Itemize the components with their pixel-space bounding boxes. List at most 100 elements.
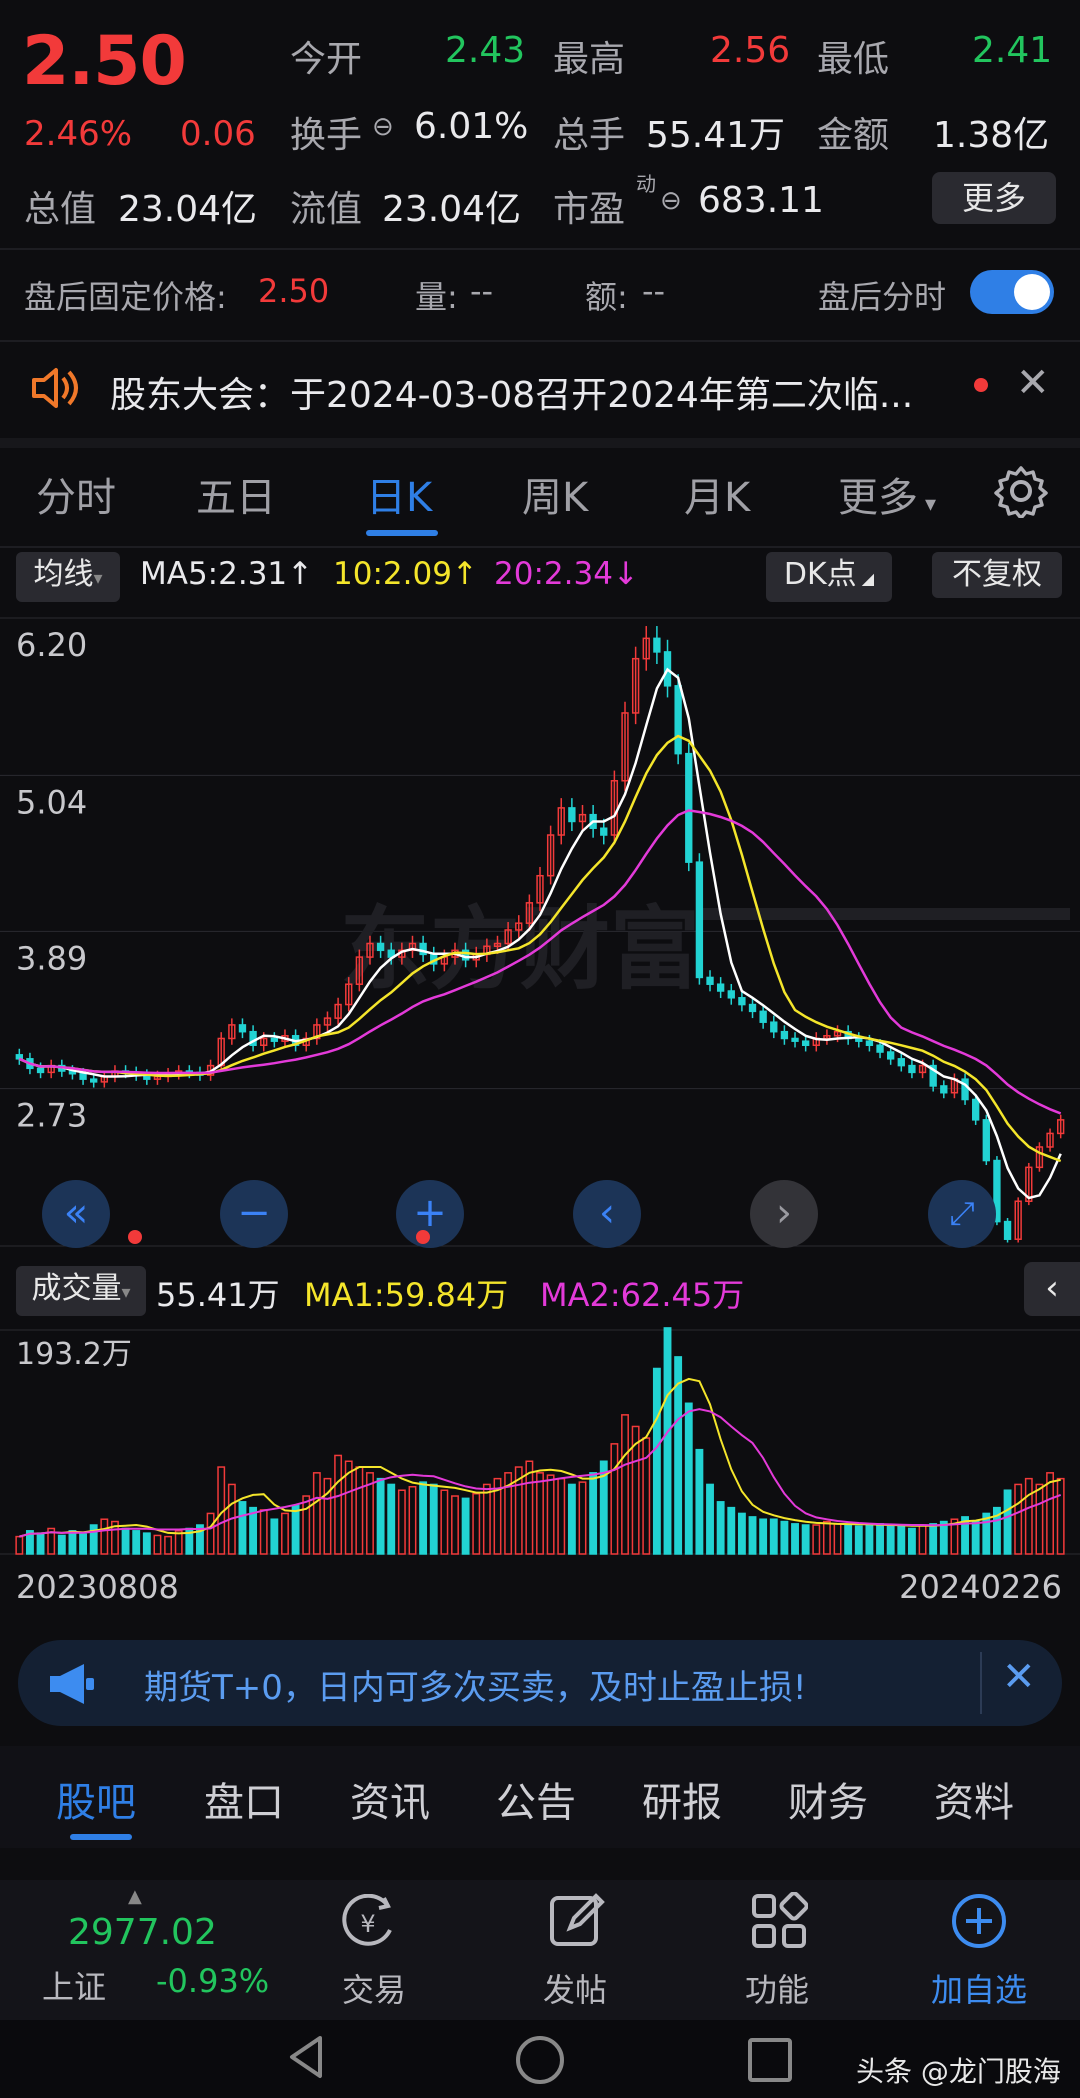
candle-body (748, 1003, 757, 1013)
volume-bar (748, 1516, 757, 1555)
volume-bar (791, 1523, 799, 1555)
volume-bar (822, 1520, 831, 1555)
fullscreen-icon[interactable]: ⤢ (928, 1180, 996, 1248)
arrow-up-icon: ↑ (287, 556, 314, 592)
caret-down-icon: ▾ (93, 568, 103, 589)
volume-selector[interactable]: 成交量▾ (16, 1266, 146, 1316)
candle-body (738, 997, 746, 1006)
nav-watchlist-label[interactable]: 加自选 (904, 1965, 1054, 2011)
candle-body (674, 685, 682, 755)
tab-profile[interactable]: 资料 (934, 1770, 1014, 1828)
volume-bar (610, 1443, 619, 1555)
tab-intraday[interactable]: 分时 (36, 465, 116, 523)
candle-body (15, 1054, 23, 1060)
active-tab-indicator (70, 1834, 132, 1840)
tab-research[interactable]: 研报 (642, 1770, 722, 1828)
recents-square-icon[interactable] (748, 2038, 792, 2082)
tab-finance[interactable]: 财务 (788, 1770, 868, 1828)
tab-daily-k[interactable]: 日K (366, 465, 432, 523)
trade-yen-icon[interactable]: ¥ (338, 1893, 398, 1954)
zoom-in-icon[interactable]: + (396, 1180, 464, 1248)
volume-bar (1046, 1472, 1054, 1555)
home-circle-icon[interactable] (516, 2036, 564, 2084)
ma20-value: 20:2.34↓ (494, 556, 639, 592)
dk-point-button[interactable]: DK点 ◢ (766, 552, 892, 602)
volume-bar (716, 1501, 725, 1555)
volume-bar (652, 1367, 661, 1555)
volume-bar (695, 1448, 704, 1555)
tab-orderbook[interactable]: 盘口 (204, 1770, 284, 1828)
grid-apps-icon[interactable] (750, 1891, 809, 1954)
candle-body (706, 976, 714, 985)
candle-body (759, 1010, 767, 1023)
gear-icon[interactable] (994, 464, 1048, 522)
candle-body (685, 752, 693, 863)
tab-forum[interactable]: 股吧 (56, 1770, 136, 1828)
volume-bar (536, 1472, 544, 1555)
tab-announcements[interactable]: 公告 (496, 1770, 576, 1828)
volume-bar (408, 1486, 417, 1555)
collapse-panel-icon[interactable]: ‹ (1024, 1262, 1080, 1316)
candle-body (780, 1030, 789, 1040)
ma10-value: 10:2.09↑ (333, 556, 478, 592)
volume-bar (164, 1535, 173, 1555)
pe-value: 683.11 (698, 180, 824, 221)
tab-more[interactable]: 更多 ▾ (838, 465, 936, 523)
tab-weekly-k[interactable]: 周K (522, 465, 588, 523)
promo-banner[interactable]: 期货T+0，日内可多次买卖，及时止盈止损! ✕ (18, 1640, 1062, 1726)
more-button[interactable]: 更多 (932, 172, 1056, 224)
scroll-left-icon[interactable]: « (42, 1180, 110, 1248)
tab-monthly-k[interactable]: 月K (684, 465, 750, 523)
after-hours-toggle[interactable] (970, 270, 1054, 314)
megaphone-icon (46, 1662, 96, 1710)
pe-info-icon[interactable]: ⊖ (660, 186, 682, 216)
watermark-credit: 头条 @龙门股海 (856, 2055, 1061, 2088)
volume-bar (546, 1474, 555, 1555)
candle-body (855, 1037, 863, 1042)
volume-chart[interactable]: 193.2万 (0, 1310, 1080, 1570)
volume-label: 总手 (553, 115, 626, 156)
shareholder-notice[interactable]: 股东大会：于2024-03-08召开2024年第二次临... (110, 366, 913, 418)
info-icon[interactable]: ⊖ (372, 112, 394, 142)
candle-body (36, 1067, 45, 1074)
adjust-button[interactable]: 不复权 (932, 552, 1062, 598)
add-circle-icon[interactable] (950, 1892, 1008, 1954)
after-hours-toggle-label: 盘后分时 (818, 278, 947, 316)
volume-bar (440, 1489, 449, 1555)
volume-bar (663, 1327, 672, 1555)
index-value[interactable]: 2977.02 (68, 1912, 217, 1953)
candle-body (568, 807, 576, 823)
nav-function-label[interactable]: 功能 (702, 1965, 852, 2011)
x-axis-date-label: 20230808 (16, 1568, 179, 1606)
ma5-label: MA5:2.31 (140, 556, 288, 592)
zoom-out-icon[interactable]: − (220, 1180, 288, 1248)
y-tick-label: 6.20 (16, 626, 87, 664)
tab-five-day[interactable]: 五日 (196, 465, 276, 523)
tab-news[interactable]: 资讯 (350, 1770, 430, 1828)
float-cap-label: 流值 (290, 189, 363, 230)
next-icon[interactable]: › (750, 1180, 818, 1248)
volume-bar (461, 1497, 470, 1555)
volume-bar (1035, 1483, 1044, 1555)
ma-selector[interactable]: 均线▾ (16, 552, 120, 602)
volume-bar (1014, 1483, 1023, 1555)
close-icon[interactable]: ✕ (1016, 360, 1050, 406)
close-icon[interactable]: ✕ (1002, 1654, 1036, 1700)
candlestick-chart[interactable]: 6.20 5.04 3.89 2.73 1.57 东方财富 (0, 600, 1080, 1260)
event-dot (128, 1230, 142, 1244)
volume-bar (589, 1472, 598, 1555)
after-hours-volume: -- (470, 272, 494, 310)
edit-post-icon[interactable] (548, 1892, 606, 1954)
nav-trade-label[interactable]: 交易 (299, 1965, 449, 2011)
volume-bar (557, 1477, 566, 1555)
volume-bar (621, 1414, 629, 1555)
back-triangle-icon[interactable] (286, 2034, 326, 2084)
previous-icon[interactable]: ‹ (573, 1180, 641, 1248)
volume-bar (259, 1509, 268, 1555)
low-value: 2.41 (972, 30, 1053, 71)
index-change: -0.93% (156, 1962, 270, 2000)
volume-ma1-line (19, 1377, 1061, 1538)
divider (0, 340, 1080, 342)
nav-post-label[interactable]: 发帖 (500, 1965, 650, 2011)
turnover-value: 6.01% (414, 106, 529, 147)
